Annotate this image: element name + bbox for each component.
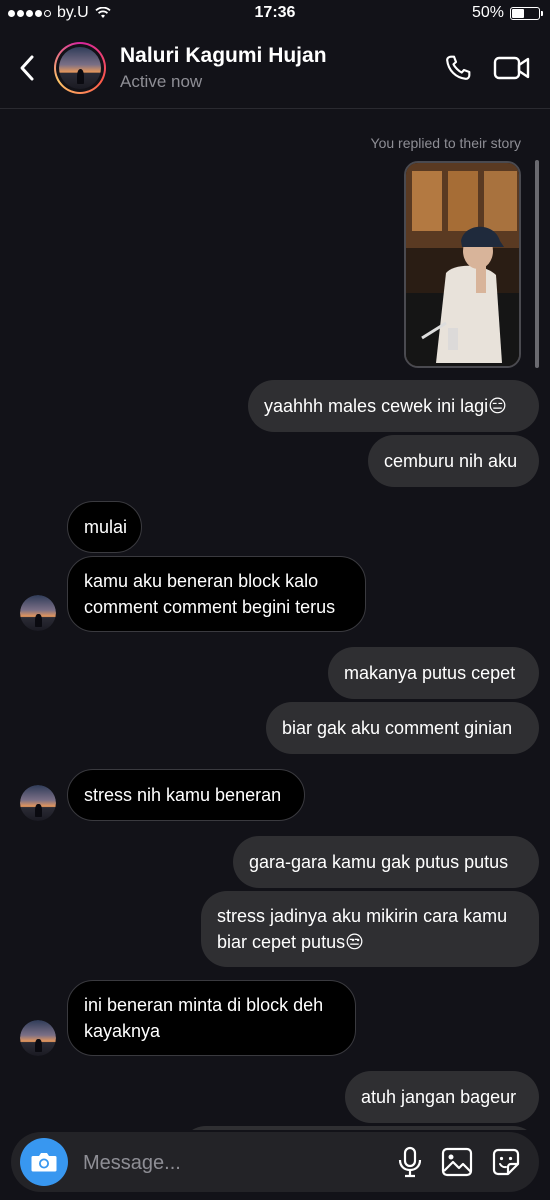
message-thread[interactable]: You replied to their story yaahhh males … — [0, 109, 550, 1130]
message-bubble-incoming[interactable]: mulai — [67, 501, 142, 553]
back-button[interactable] — [14, 50, 44, 86]
voice-message-button[interactable] — [395, 1146, 425, 1178]
message-bubble-incoming[interactable]: kamu aku beneran block kalo comment comm… — [67, 556, 366, 632]
sticker-icon — [492, 1148, 520, 1176]
message-bubble-incoming[interactable]: stress nih kamu beneran — [67, 769, 305, 821]
message-bubble-outgoing[interactable]: cemburu nih aku — [368, 435, 539, 487]
message-composer — [11, 1132, 539, 1192]
microphone-icon — [398, 1146, 422, 1178]
chat-header: Naluri Kagumi Hujan Active now — [0, 28, 550, 109]
camera-button[interactable] — [20, 1138, 68, 1186]
audio-call-button[interactable] — [442, 52, 474, 84]
message-bubble-outgoing[interactable]: biar gak aku comment ginian — [266, 702, 539, 754]
message-bubble-outgoing[interactable]: gara-gara kamu gak putus putus — [233, 836, 539, 888]
video-call-button[interactable] — [493, 54, 531, 82]
status-bar: by.U 17:36 50% — [0, 0, 550, 28]
message-bubble-outgoing[interactable]: stress jadinya aku mikirin cara kamu bia… — [201, 891, 539, 967]
contact-avatar[interactable] — [54, 42, 106, 94]
contact-name[interactable]: Naluri Kagumi Hujan — [120, 44, 327, 68]
contact-avatar-small[interactable] — [20, 595, 56, 631]
clock: 17:36 — [254, 4, 296, 21]
battery-percent: 50% — [471, 4, 504, 21]
image-icon — [441, 1147, 473, 1177]
contact-avatar-small[interactable] — [20, 1020, 56, 1056]
camera-icon — [31, 1153, 57, 1172]
avatar-image — [59, 47, 101, 89]
message-bubble-incoming[interactable]: ini beneran minta di block deh kayaknya — [67, 980, 356, 1056]
sticker-button[interactable] — [490, 1146, 522, 1178]
video-camera-icon — [493, 56, 530, 80]
chevron-left-icon — [20, 55, 34, 81]
message-bubble-outgoing[interactable]: makanya putus cepet — [328, 647, 539, 699]
battery-icon — [510, 6, 543, 20]
gallery-button[interactable] — [441, 1147, 473, 1177]
story-reply-label: You replied to their story — [370, 135, 521, 151]
contact-avatar-small[interactable] — [20, 785, 56, 821]
story-thumbnail[interactable] — [404, 161, 521, 368]
message-bubble-outgoing-partial[interactable] — [180, 1126, 539, 1130]
message-bubble-outgoing[interactable]: atuh jangan bageur — [345, 1071, 539, 1123]
message-bubble-outgoing[interactable]: yaahhh males cewek ini lagi😑 — [248, 380, 539, 432]
phone-icon — [446, 55, 471, 80]
contact-status: Active now — [120, 72, 203, 91]
message-input[interactable] — [81, 1146, 385, 1180]
scrollbar[interactable] — [535, 160, 539, 368]
story-image — [406, 163, 519, 366]
